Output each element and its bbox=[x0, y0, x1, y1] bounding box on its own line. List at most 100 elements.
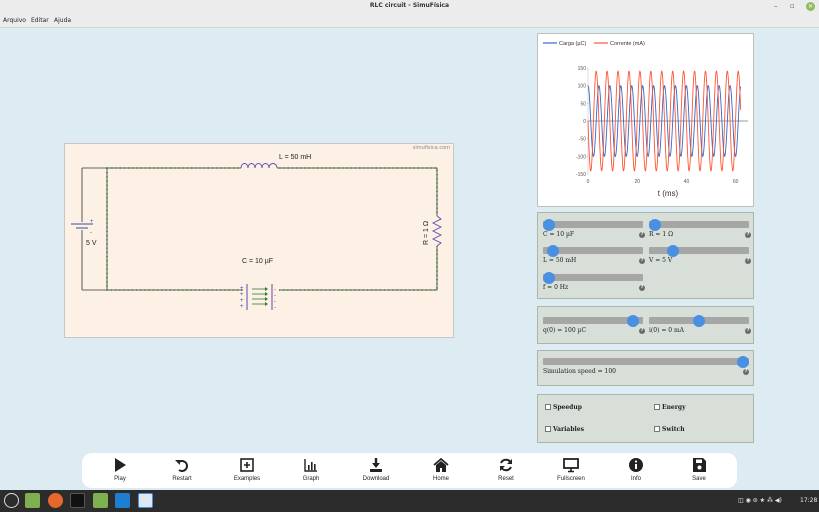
y-tick-label: -50 bbox=[579, 137, 586, 143]
graph-label: Graph bbox=[302, 476, 320, 482]
terminal-icon[interactable] bbox=[70, 493, 85, 508]
checkbox-box[interactable] bbox=[545, 426, 551, 432]
restart-button[interactable]: Restart bbox=[152, 457, 212, 482]
slider-r-label: R = 1 Ω bbox=[649, 231, 674, 238]
info-icon bbox=[629, 458, 643, 472]
bottom-toolbar: Play Restart Examples Graph Download Hom… bbox=[82, 453, 737, 488]
parameters-panel: C = 10 µF ? R = 1 Ω ? L = 50 mH ? V = 5 … bbox=[537, 212, 754, 299]
restart-icon bbox=[175, 460, 188, 472]
checkbox-speedup[interactable]: Speedup bbox=[545, 404, 582, 411]
checkbox-variables[interactable]: Variables bbox=[545, 426, 584, 433]
checkbox-speedup-label: Speedup bbox=[553, 404, 582, 411]
home-button[interactable]: Home bbox=[411, 457, 471, 482]
help-icon[interactable]: ? bbox=[745, 258, 751, 264]
circuit-diagram: + - 5 V L = 50 mH R = 1 Ω + + + + - - - … bbox=[71, 154, 443, 311]
help-icon[interactable]: ? bbox=[639, 258, 645, 264]
inductor-symbol bbox=[240, 163, 278, 173]
x-tick-label: 20 bbox=[634, 179, 640, 185]
restart-label: Restart bbox=[172, 476, 192, 482]
slider-knob[interactable] bbox=[737, 355, 749, 368]
slider-c-label: C = 10 µF bbox=[543, 231, 575, 238]
info-button[interactable]: Info bbox=[606, 457, 666, 482]
slider-speed-label: Simulation speed = 100 bbox=[543, 368, 616, 375]
checkbox-energy[interactable]: Energy bbox=[654, 404, 686, 411]
play-label: Play bbox=[114, 476, 126, 482]
play-button[interactable]: Play bbox=[90, 457, 150, 482]
inductor-label: L = 50 mH bbox=[279, 154, 311, 161]
slider-v-label: V = 5 V bbox=[649, 257, 673, 264]
y-tick-label: 50 bbox=[580, 101, 586, 107]
slider-knob[interactable] bbox=[547, 244, 560, 257]
slider-knob[interactable] bbox=[626, 314, 639, 327]
monitor-icon bbox=[563, 458, 579, 473]
bar-chart-icon bbox=[304, 459, 317, 472]
checkbox-box[interactable] bbox=[654, 404, 660, 410]
x-tick-label: 60 bbox=[733, 179, 739, 185]
app-icon[interactable] bbox=[48, 493, 63, 508]
resistor-label: R = 1 Ω bbox=[423, 221, 430, 245]
plus-square-icon bbox=[240, 458, 254, 472]
x-tick-label: 0 bbox=[587, 179, 590, 185]
help-icon[interactable]: ? bbox=[743, 369, 749, 375]
help-icon[interactable]: ? bbox=[639, 232, 645, 238]
checkbox-box[interactable] bbox=[545, 404, 551, 410]
help-icon[interactable]: ? bbox=[639, 328, 645, 334]
window-title: RLC circuit - SimuFísica bbox=[369, 2, 450, 9]
slider-i0-label: i(0) = 0 mA bbox=[649, 327, 685, 334]
fullscreen-button[interactable]: Fullscreen bbox=[541, 457, 601, 482]
capacitor-label: C = 10 µF bbox=[242, 258, 273, 265]
examples-label: Examples bbox=[233, 476, 261, 482]
clock: 17:28 bbox=[800, 497, 818, 504]
legend-charge-label: Carga (µC) bbox=[559, 41, 586, 47]
x-axis-label: t (ms) bbox=[658, 189, 679, 198]
slider-f-label: f = 0 Hz bbox=[543, 284, 569, 291]
menu-editar[interactable]: Editar bbox=[31, 17, 49, 24]
slider-knob[interactable] bbox=[543, 271, 555, 284]
checkbox-box[interactable] bbox=[654, 426, 660, 432]
slider-knob[interactable] bbox=[543, 218, 555, 231]
graph-panel: Carga (µC) Corrente (mA) 150 100 50 0 -50 -10… bbox=[537, 33, 754, 207]
slider-q0-label: q(0) = 100 µC bbox=[543, 327, 587, 334]
slider-knob[interactable] bbox=[666, 244, 679, 257]
download-label: Download bbox=[362, 476, 390, 482]
menu-ajuda[interactable]: Ajuda bbox=[54, 17, 71, 24]
svg-text:+: + bbox=[240, 304, 244, 310]
reset-button[interactable]: Reset bbox=[476, 457, 536, 482]
menu-bar: Arquivo Editar Ajuda bbox=[0, 14, 819, 28]
help-icon[interactable]: ? bbox=[745, 232, 751, 238]
maximize-icon[interactable]: ▫ bbox=[790, 2, 795, 11]
help-icon[interactable]: ? bbox=[745, 328, 751, 334]
tray-icons[interactable]: ◫ ◉ ⊜ ★ ⁂ ◀) bbox=[738, 497, 782, 504]
help-icon[interactable]: ? bbox=[639, 285, 645, 291]
examples-button[interactable]: Examples bbox=[217, 457, 277, 482]
close-icon[interactable]: ✕ bbox=[806, 2, 815, 11]
x-tick-label: 40 bbox=[684, 179, 690, 185]
files-icon[interactable] bbox=[25, 493, 40, 508]
resistor-symbol bbox=[431, 215, 443, 247]
save-icon bbox=[693, 458, 706, 472]
save-button[interactable]: Save bbox=[669, 457, 729, 482]
slider-l-label: L = 50 mH bbox=[543, 257, 577, 264]
y-tick-label: 0 bbox=[583, 119, 586, 125]
download-icon bbox=[370, 458, 382, 472]
y-tick-label: 150 bbox=[578, 66, 587, 72]
checkbox-switch[interactable]: Switch bbox=[654, 426, 685, 433]
download-button[interactable]: Download bbox=[346, 457, 406, 482]
slider-knob[interactable] bbox=[693, 314, 705, 327]
folder-icon[interactable] bbox=[93, 493, 108, 508]
svg-text:-: - bbox=[274, 305, 276, 311]
home-label: Home bbox=[432, 476, 449, 482]
simufisica-icon[interactable] bbox=[138, 493, 153, 508]
vscode-icon[interactable] bbox=[115, 493, 130, 508]
chart-svg: Carga (µC) Corrente (mA) 150 100 50 0 -50 -10… bbox=[543, 41, 748, 198]
minimize-icon[interactable]: – bbox=[774, 2, 778, 11]
menu-arquivo[interactable]: Arquivo bbox=[3, 17, 26, 24]
y-tick-label: -100 bbox=[576, 154, 586, 160]
save-label: Save bbox=[692, 476, 706, 482]
options-panel: Speedup Energy Variables Switch bbox=[537, 394, 754, 443]
start-menu-icon[interactable] bbox=[4, 493, 19, 508]
legend-current-label: Corrente (mA) bbox=[610, 41, 645, 47]
graph-button[interactable]: Graph bbox=[281, 457, 341, 482]
slider-knob[interactable] bbox=[649, 218, 661, 231]
title-bar: RLC circuit - SimuFísica – ▫ ✕ bbox=[0, 0, 819, 14]
